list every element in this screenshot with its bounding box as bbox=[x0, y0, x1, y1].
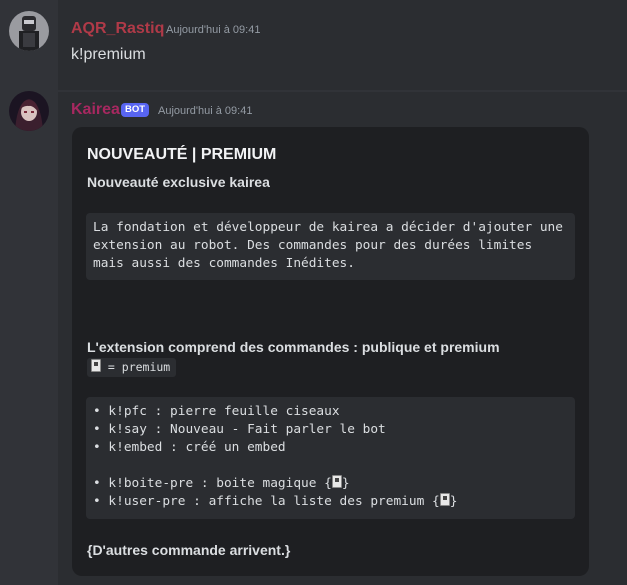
command-suffix: } bbox=[449, 494, 458, 509]
user-avatar[interactable] bbox=[9, 11, 49, 51]
code-line: La fondation et développeur de kairea a … bbox=[93, 220, 563, 235]
command-text: • k!user-pre : affiche la liste des prem… bbox=[93, 494, 440, 509]
legend-text: = premium bbox=[101, 360, 171, 374]
section-heading: L'extension comprend des commandes : pub… bbox=[87, 339, 500, 355]
message-hover-background bbox=[58, 0, 627, 90]
embed-footer-text: {D'autres commande arrivent.} bbox=[87, 542, 291, 558]
code-line: extension au robot. Des commandes pour d… bbox=[93, 238, 533, 253]
embed-subtitle: Nouveauté exclusive kairea bbox=[87, 174, 270, 190]
premium-icon bbox=[91, 359, 101, 372]
message-content: k!premium bbox=[71, 46, 146, 63]
username[interactable]: AQR_Rastiq bbox=[71, 20, 164, 38]
command-line: • k!boite-pre : boite magique {} bbox=[93, 475, 575, 493]
premium-icon bbox=[331, 475, 342, 488]
command-text: • k!boite-pre : boite magique { bbox=[93, 476, 332, 491]
timestamp: Aujourd'hui à 09:41 bbox=[166, 24, 261, 36]
code-block: La fondation et développeur de kairea a … bbox=[86, 213, 575, 280]
bot-tag: BOT bbox=[121, 103, 150, 117]
embed-title: NOUVEAUTÉ | PREMIUM bbox=[87, 146, 277, 163]
command-line: • k!user-pre : affiche la liste des prem… bbox=[93, 493, 575, 511]
command-suffix: } bbox=[341, 476, 350, 491]
code-line: mais aussi des commandes Inédites. bbox=[93, 256, 355, 271]
bot-avatar[interactable] bbox=[9, 91, 49, 131]
command-line: • k!embed : créé un embed bbox=[93, 440, 286, 455]
command-line: • k!say : Nouveau - Fait parler le bot bbox=[93, 422, 386, 437]
legend-inline-code: = premium bbox=[87, 358, 177, 377]
command-line: ​ bbox=[93, 457, 575, 475]
command-line: • k!pfc : pierre feuille ciseaux bbox=[93, 404, 340, 419]
embed: NOUVEAUTÉ | PREMIUM Nouveauté exclusive … bbox=[72, 127, 589, 576]
commands-code-block: • k!pfc : pierre feuille ciseaux • k!say… bbox=[86, 397, 575, 519]
timestamp: Aujourd'hui à 09:41 bbox=[158, 105, 253, 117]
premium-icon bbox=[439, 493, 450, 506]
bot-username[interactable]: Kairea bbox=[71, 101, 120, 119]
